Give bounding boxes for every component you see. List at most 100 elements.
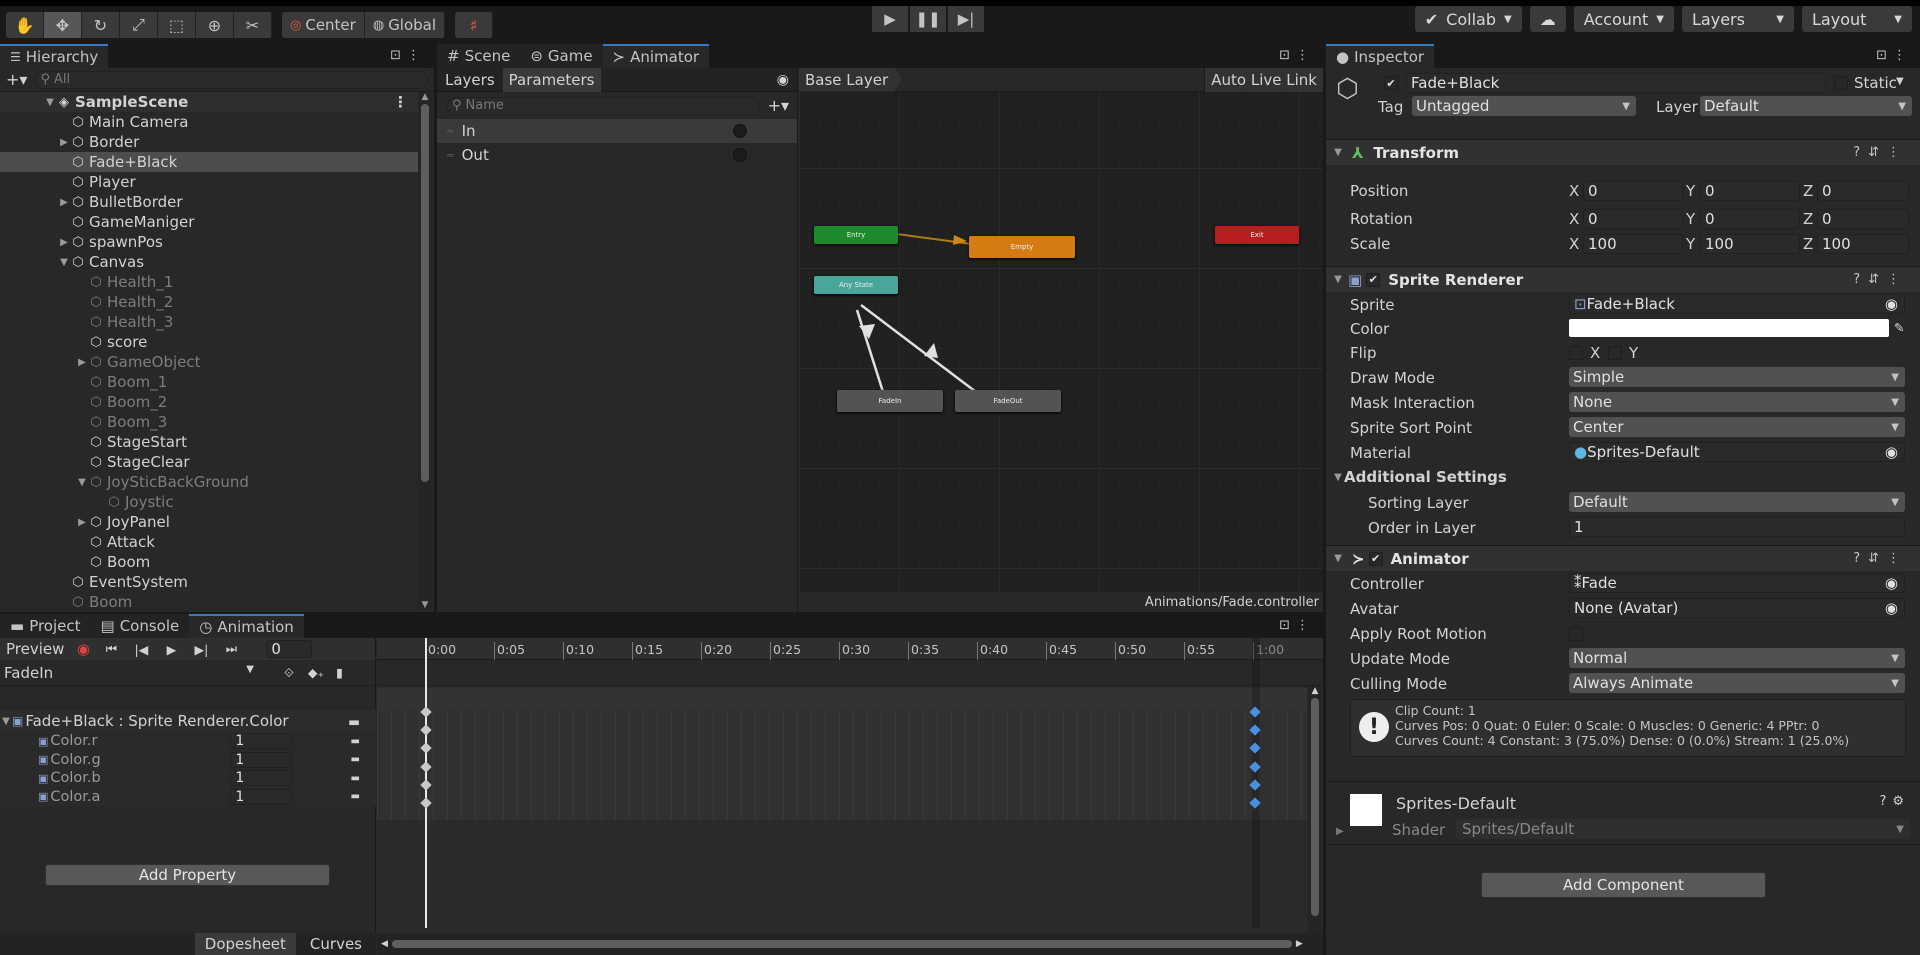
remove-icon[interactable]: ▬	[351, 736, 360, 747]
fadeout-state-node[interactable]: FadeOut	[955, 390, 1061, 412]
static-checkbox[interactable]	[1834, 76, 1848, 90]
component-menu-icons[interactable]: ?⇵⋮	[1853, 551, 1908, 566]
timeline-hscroll[interactable]: ◀ ▶	[377, 933, 1323, 955]
trigger-radio[interactable]	[733, 124, 747, 138]
remove-icon[interactable]: ▬	[351, 791, 360, 802]
pivot-global-button[interactable]: ◍ Global	[365, 12, 446, 38]
layers-dropdown[interactable]: Layers ▼	[1682, 6, 1794, 32]
grid-snap-icon[interactable]: ♯	[455, 12, 494, 38]
cloud-button[interactable]: ☁	[1529, 6, 1566, 32]
scale-x-field[interactable]: 100	[1583, 234, 1683, 254]
hierarchy-item[interactable]: ⬡ StageStart	[0, 432, 418, 452]
transform-tool-icon[interactable]: ⊕	[196, 12, 234, 38]
sprite-field[interactable]: ⊡Fade+Black ◉	[1569, 294, 1905, 314]
add-param-icon[interactable]: +▾	[768, 96, 789, 115]
layer-dropdown[interactable]: Default ▼	[1700, 96, 1912, 116]
expand-arrow-icon[interactable]: ▼	[58, 257, 70, 268]
hierarchy-item[interactable]: ▶ ⬡ GameObject	[0, 352, 418, 372]
property-row[interactable]: ▣ Color.r 1 ▬	[0, 732, 376, 750]
remove-icon[interactable]: ▬	[351, 754, 360, 765]
layers-subtab[interactable]: Layers	[437, 68, 503, 92]
hierarchy-item[interactable]: ⬡ Boom	[0, 552, 418, 572]
scroll-thumb[interactable]	[1311, 698, 1319, 916]
hierarchy-item[interactable]: ⬡ Boom_1	[0, 372, 418, 392]
component-menu-icons[interactable]: ?⇵⋮	[1853, 145, 1908, 160]
mask-interaction-dropdown[interactable]: None ▼	[1569, 392, 1905, 412]
expand-arrow-icon[interactable]: ▶	[58, 137, 70, 148]
hierarchy-item[interactable]: ⬡ score	[0, 332, 418, 352]
expand-arrow-icon[interactable]: ▼	[44, 97, 56, 108]
property-group-row[interactable]: ▼ ▣ Fade+Black : Sprite Renderer.Color ▬	[0, 710, 376, 732]
trigger-radio[interactable]	[733, 148, 747, 162]
prev-key-icon[interactable]: |◀	[126, 642, 156, 657]
eyedropper-icon[interactable]: ✎	[1894, 320, 1904, 335]
move-tool-icon[interactable]: ✥	[44, 12, 82, 38]
clip-dropdown[interactable]: FadeIn ▼	[4, 664, 254, 682]
tab-animator[interactable]: ≻ Animator	[602, 44, 710, 68]
expand-arrow-icon[interactable]: ▶	[76, 517, 88, 528]
tag-dropdown[interactable]: Untagged ▼	[1412, 96, 1636, 116]
active-checkbox[interactable]: ✔	[1384, 76, 1398, 90]
hierarchy-search-input[interactable]: ⚲ All	[35, 70, 428, 89]
scale-tool-icon[interactable]: ⤢	[120, 12, 158, 38]
add-property-button[interactable]: Add Property	[45, 864, 330, 886]
record-icon[interactable]: ◉	[70, 640, 96, 658]
hierarchy-item[interactable]: ⬡ Player	[0, 172, 418, 192]
culling-mode-dropdown[interactable]: Always Animate ▼	[1569, 673, 1905, 693]
panel-menu-icons[interactable]: ⊡⋮	[1279, 618, 1315, 633]
custom-tool-icon[interactable]: ✂	[234, 12, 272, 38]
position-z-field[interactable]: 0	[1817, 181, 1909, 201]
hierarchy-item[interactable]: ▶ ⬡ JoyPanel	[0, 512, 418, 532]
curves-tab[interactable]: Curves	[296, 933, 376, 955]
scroll-thumb[interactable]	[421, 104, 429, 482]
scroll-down-icon[interactable]: ▼	[418, 600, 432, 610]
any-state-node[interactable]: Any State	[814, 276, 898, 294]
hierarchy-item[interactable]: ▶ ⬡ spawnPos	[0, 232, 418, 252]
hierarchy-item[interactable]: ▼ ⬡ JoySticBackGround	[0, 472, 418, 492]
exit-node[interactable]: Exit	[1215, 226, 1299, 244]
preview-button[interactable]: Preview	[0, 640, 70, 658]
parameter-row[interactable]: ═ In	[437, 119, 797, 143]
drag-handle-icon[interactable]: ═	[447, 149, 454, 162]
material-field[interactable]: ●Sprites-Default ◉	[1569, 442, 1905, 462]
hierarchy-item[interactable]: ⬡ Joystic	[0, 492, 418, 512]
hierarchy-item[interactable]: ⬡ Health_1	[0, 272, 418, 292]
tab-hierarchy[interactable]: ☰ Hierarchy	[0, 44, 109, 68]
property-value-field[interactable]: 1	[230, 770, 293, 786]
hierarchy-scrollbar[interactable]: ▲ ▼	[418, 92, 432, 610]
property-row[interactable]: ▣ Color.b 1 ▬	[0, 769, 376, 787]
expand-arrow-icon[interactable]: ▶	[76, 357, 88, 368]
scene-menu-icon[interactable]: ⋮	[393, 93, 408, 111]
panel-menu-icons[interactable]: ⊡⋮	[1279, 48, 1315, 63]
animator-enabled-checkbox[interactable]: ✔	[1368, 551, 1383, 566]
root-motion-checkbox[interactable]	[1569, 627, 1583, 641]
object-name-field[interactable]: Fade+Black	[1406, 73, 1826, 93]
hierarchy-item[interactable]: ⬡ EventSystem	[0, 572, 418, 592]
parameters-subtab[interactable]: Parameters	[502, 67, 601, 92]
hierarchy-item[interactable]: ⬡ Attack	[0, 532, 418, 552]
avatar-field[interactable]: None (Avatar) ◉	[1569, 598, 1905, 618]
static-label[interactable]: Static	[1854, 74, 1897, 92]
expand-arrow-icon[interactable]: ▶	[58, 237, 70, 248]
rect-tool-icon[interactable]: ⬚	[158, 12, 196, 38]
expand-arrow-icon[interactable]: ▼	[76, 477, 88, 488]
component-menu-icons[interactable]: ?⇵⋮	[1853, 272, 1908, 287]
property-value-field[interactable]: 1	[230, 751, 293, 768]
object-picker-icon[interactable]: ◉	[1885, 599, 1898, 617]
property-value-field[interactable]: 1	[230, 788, 293, 805]
scroll-right-icon[interactable]: ▶	[1296, 939, 1303, 949]
play-anim-icon[interactable]: ▶	[156, 642, 186, 657]
shader-dropdown[interactable]: Sprites/Default ▼	[1456, 819, 1910, 839]
expand-arrow-icon[interactable]: ▼	[1332, 274, 1344, 285]
hierarchy-item[interactable]: ⬡ Boom_3	[0, 412, 418, 432]
expand-arrow-icon[interactable]: ▼	[0, 716, 12, 727]
dopesheet-timeline[interactable]: 0:00 0:05 0:10 0:15 0:20 0:25 0:30 0:35 0:40 0:45…	[377, 638, 1323, 955]
sorting-layer-dropdown[interactable]: Default ▼	[1569, 492, 1905, 512]
hierarchy-item[interactable]: ▶ ⬡ BulletBorder	[0, 192, 418, 212]
controller-field[interactable]: ⁑Fade ◉	[1569, 573, 1905, 593]
scale-z-field[interactable]: 100	[1817, 234, 1909, 254]
pivot-center-button[interactable]: ◎ Center	[282, 12, 365, 38]
panel-menu-icons[interactable]: ⊡⋮	[390, 48, 426, 63]
tab-console[interactable]: ▤ Console	[90, 614, 190, 638]
hierarchy-item[interactable]: ⬡ Health_3	[0, 312, 418, 332]
